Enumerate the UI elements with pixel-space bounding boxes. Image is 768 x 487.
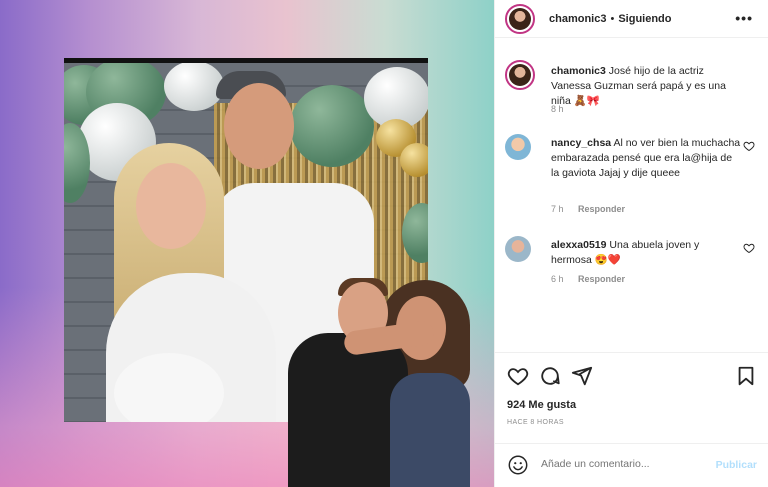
mother-son-cutout — [280, 278, 480, 487]
comment-time: 7 h — [551, 204, 564, 214]
heart-icon[interactable] — [743, 140, 755, 152]
heart-icon[interactable] — [743, 242, 755, 254]
comment-time: 6 h — [551, 274, 564, 284]
balloon — [290, 85, 374, 167]
comments-list: chamonic3 José hijo de la actriz Vanessa… — [495, 38, 768, 350]
balloon — [400, 143, 428, 177]
comment-username[interactable]: nancy_chsa — [551, 137, 611, 149]
avatar[interactable] — [505, 60, 535, 90]
send-icon[interactable] — [571, 365, 593, 387]
likes-count[interactable]: 924 Me gusta — [507, 399, 576, 411]
reply-button[interactable]: Responder — [578, 204, 625, 214]
header-username[interactable]: chamonic3 — [549, 13, 606, 25]
publish-button[interactable]: Publicar — [716, 459, 757, 471]
add-comment-bar: Publicar — [495, 443, 768, 487]
comment-input[interactable] — [541, 458, 701, 470]
post-actions: 924 Me gusta HACE 8 HORAS — [495, 352, 768, 426]
smile-icon[interactable] — [507, 454, 529, 476]
caption-username[interactable]: chamonic3 — [551, 65, 606, 77]
avatar[interactable] — [505, 236, 531, 262]
caption-time: 8 h — [551, 104, 564, 114]
avatar[interactable] — [505, 134, 531, 160]
balloon — [164, 63, 224, 111]
following-button[interactable]: Siguiendo — [618, 13, 671, 25]
post-image[interactable] — [0, 0, 494, 487]
comment-icon[interactable] — [539, 365, 561, 387]
comment-username[interactable]: alexxa0519 — [551, 239, 606, 251]
separator-dot: • — [610, 12, 615, 25]
more-horizontal-icon[interactable]: ••• — [735, 10, 753, 26]
post-header: chamonic3 • Siguiendo ••• — [495, 0, 768, 38]
post-sidebar: chamonic3 • Siguiendo ••• chamonic3 José… — [494, 0, 768, 487]
heart-icon[interactable] — [507, 365, 529, 387]
reply-button[interactable]: Responder — [578, 274, 625, 284]
post-timestamp: HACE 8 HORAS — [507, 419, 564, 426]
bookmark-icon[interactable] — [735, 365, 757, 387]
avatar[interactable] — [505, 3, 535, 34]
